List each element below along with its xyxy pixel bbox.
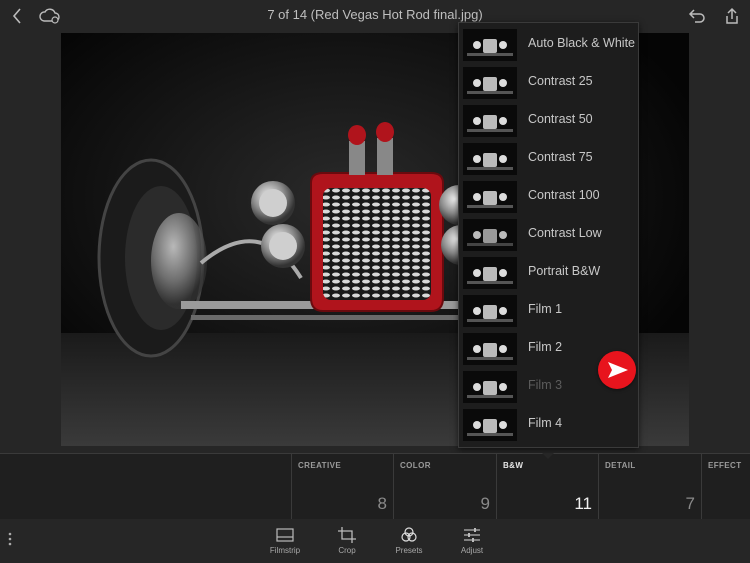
category-name: B&W: [503, 461, 524, 470]
crop-icon: [338, 527, 356, 543]
category-name: EFFECT: [708, 461, 742, 470]
category-count: 9: [480, 494, 490, 513]
preset-label: Contrast 100: [528, 188, 600, 202]
category-name: COLOR: [400, 461, 431, 470]
category-count: 8: [377, 494, 387, 513]
presets-button[interactable]: Presets: [379, 527, 439, 561]
adjust-label: Adjust: [460, 546, 484, 555]
preset-thumbnail: [463, 105, 517, 137]
presets-label: Presets: [395, 546, 423, 555]
preset-thumbnail: [463, 371, 517, 403]
presets-icon: [401, 527, 417, 542]
preset-item[interactable]: Contrast 25: [459, 64, 638, 102]
category-bw[interactable]: B&W 11: [496, 453, 598, 520]
category-name: DETAIL: [605, 461, 636, 470]
category-name: CREATIVE: [298, 461, 342, 470]
filmstrip-button[interactable]: Filmstrip: [255, 527, 315, 561]
category-count: 7: [685, 494, 695, 513]
preset-label: Portrait B&W: [528, 264, 601, 278]
pointer-arrow-icon: [598, 351, 636, 389]
preset-thumbnail: [463, 333, 517, 365]
preset-thumbnail: [463, 295, 517, 327]
preset-item[interactable]: Contrast Low: [459, 216, 638, 254]
share-icon[interactable]: [722, 6, 742, 26]
category-creative[interactable]: CREATIVE 8: [291, 454, 393, 520]
category-color[interactable]: COLOR 9: [393, 454, 496, 520]
preset-item[interactable]: Contrast 75: [459, 140, 638, 178]
adjust-button[interactable]: Adjust: [442, 527, 502, 561]
preset-item[interactable]: Contrast 50: [459, 102, 638, 140]
preset-categories: CREATIVE 8 COLOR 9 B&W 11 DETAIL 7 EFFEC…: [0, 453, 750, 520]
category-effect[interactable]: EFFECT: [701, 454, 750, 520]
preset-label: Contrast 25: [528, 74, 593, 88]
page-title: 7 of 14 (Red Vegas Hot Rod final.jpg): [267, 7, 483, 22]
crop-button[interactable]: Crop: [317, 527, 377, 561]
preset-thumbnail: [463, 143, 517, 175]
preset-item[interactable]: Auto Black & White: [459, 26, 638, 64]
crop-label: Crop: [338, 546, 356, 555]
preset-label: Contrast 50: [528, 112, 593, 126]
filmstrip-icon: [276, 528, 294, 542]
preset-label: Film 1: [528, 302, 563, 316]
preset-thumbnail: [463, 409, 517, 441]
preset-item[interactable]: Portrait B&W: [459, 254, 638, 292]
preset-item[interactable]: Film 4: [459, 406, 638, 444]
preset-thumbnail: [463, 29, 517, 61]
bottom-toolbar: Filmstrip Crop Presets Adjust: [0, 519, 750, 563]
active-indicator: [542, 453, 554, 459]
preset-item[interactable]: Film 1: [459, 292, 638, 330]
preset-label: Film 2: [528, 340, 563, 354]
preset-thumbnail: [463, 181, 517, 213]
category-detail[interactable]: DETAIL 7: [598, 454, 701, 520]
preset-item[interactable]: Contrast 100: [459, 178, 638, 216]
more-options-icon[interactable]: [6, 531, 14, 547]
preset-label: Contrast Low: [528, 226, 602, 240]
preset-label: Contrast 75: [528, 150, 593, 164]
preset-thumbnail: [463, 257, 517, 289]
preset-thumbnail: [463, 67, 517, 99]
adjust-sliders-icon: [464, 528, 480, 542]
preset-label: Film 3: [528, 378, 563, 392]
preset-label: Auto Black & White: [528, 36, 635, 50]
filmstrip-label: Filmstrip: [269, 546, 301, 555]
category-count: 11: [574, 494, 592, 513]
undo-icon[interactable]: [687, 6, 707, 26]
preset-thumbnail: [463, 219, 517, 251]
preset-label: Film 4: [528, 416, 563, 430]
